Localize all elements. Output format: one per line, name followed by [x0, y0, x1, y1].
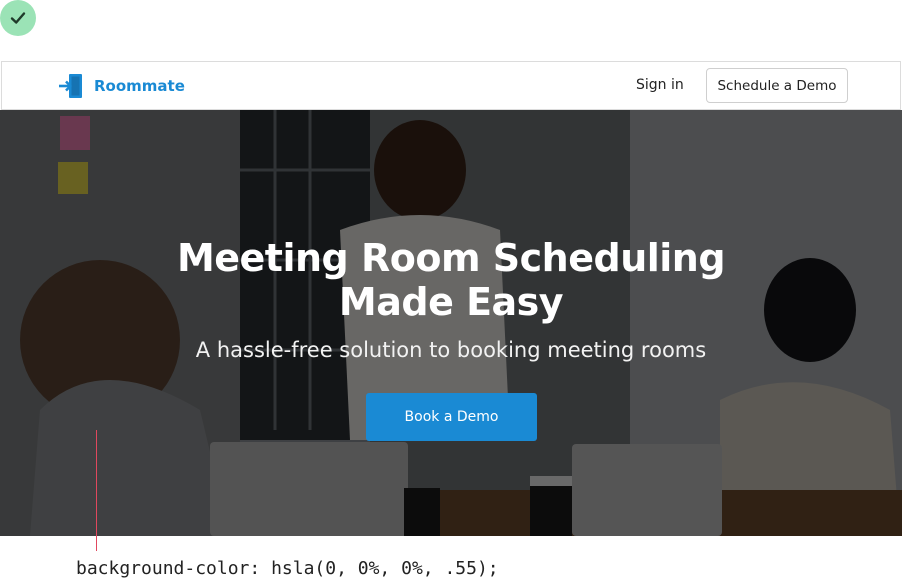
- annotation-marker: [96, 430, 97, 551]
- check-icon: [10, 12, 26, 24]
- hero-title-line2: Made Easy: [338, 280, 564, 324]
- navbar: Roommate Sign in Schedule a Demo: [1, 61, 901, 110]
- hero-subtitle: A hassle-free solution to booking meetin…: [195, 338, 707, 362]
- brand-name: Roommate: [94, 77, 185, 95]
- hero-section: Meeting Room Scheduling Made Easy A hass…: [0, 110, 902, 536]
- book-demo-button[interactable]: Book a Demo: [366, 393, 537, 441]
- code-caption: background-color: hsla(0, 0%, 0%, .55);: [76, 558, 499, 579]
- sign-in-link[interactable]: Sign in: [636, 77, 684, 93]
- door-enter-icon: [59, 74, 82, 98]
- brand-logo[interactable]: Roommate: [58, 73, 185, 99]
- hero-title-line1: Meeting Room Scheduling: [176, 236, 726, 280]
- check-badge: [0, 0, 36, 36]
- hero-title: Meeting Room Scheduling Made Easy: [0, 236, 902, 324]
- schedule-demo-button[interactable]: Schedule a Demo: [706, 68, 848, 103]
